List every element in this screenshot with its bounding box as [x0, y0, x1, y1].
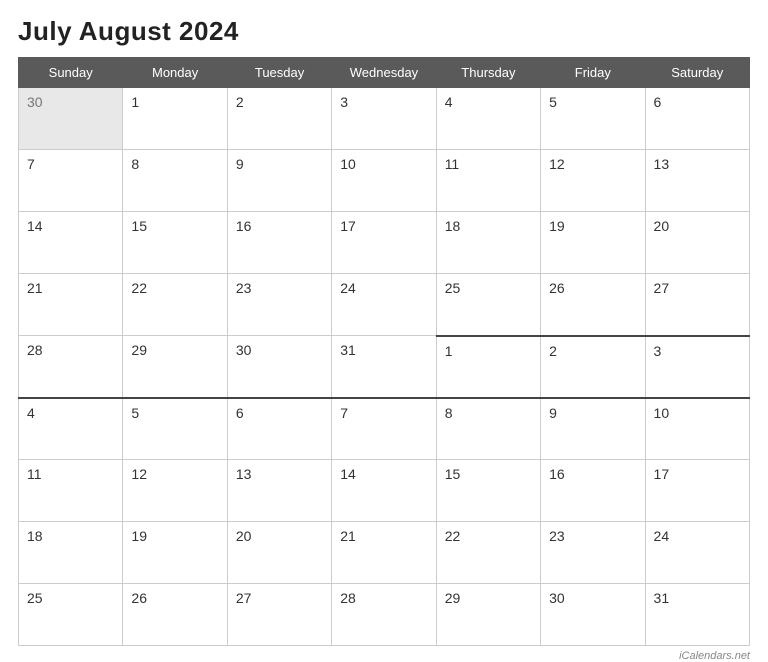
calendar-cell: 31	[645, 584, 749, 646]
calendar-cell: 18	[19, 522, 123, 584]
calendar-cell: 26	[123, 584, 227, 646]
calendar-cell: 10	[645, 398, 749, 460]
calendar-cell: 16	[541, 460, 645, 522]
calendar-cell: 24	[645, 522, 749, 584]
calendar-cell: 9	[541, 398, 645, 460]
calendar-row: 30123456	[19, 88, 750, 150]
calendar-cell: 11	[436, 150, 540, 212]
calendar-cell: 14	[332, 460, 436, 522]
calendar-cell: 23	[227, 274, 331, 336]
header-cell-thursday: Thursday	[436, 58, 540, 88]
calendar-row: 28293031123	[19, 336, 750, 398]
calendar-cell: 18	[436, 212, 540, 274]
calendar-cell: 3	[645, 336, 749, 398]
calendar-header: SundayMondayTuesdayWednesdayThursdayFrid…	[19, 58, 750, 88]
calendar-page: July August 2024 SundayMondayTuesdayWedn…	[0, 0, 768, 543]
header-row: SundayMondayTuesdayWednesdayThursdayFrid…	[19, 58, 750, 88]
calendar-cell: 29	[436, 584, 540, 646]
calendar-cell: 17	[332, 212, 436, 274]
watermark: iCalendars.net	[18, 650, 750, 662]
calendar-cell: 2	[541, 336, 645, 398]
calendar-cell: 12	[123, 460, 227, 522]
calendar-cell: 23	[541, 522, 645, 584]
header-cell-monday: Monday	[123, 58, 227, 88]
calendar-cell: 4	[19, 398, 123, 460]
calendar-cell: 8	[436, 398, 540, 460]
calendar-cell: 20	[227, 522, 331, 584]
calendar-cell: 15	[436, 460, 540, 522]
calendar-cell: 13	[227, 460, 331, 522]
calendar-cell: 14	[19, 212, 123, 274]
calendar-cell: 16	[227, 212, 331, 274]
calendar-cell: 29	[123, 336, 227, 398]
calendar-row: 18192021222324	[19, 522, 750, 584]
calendar-cell: 5	[541, 88, 645, 150]
calendar-row: 14151617181920	[19, 212, 750, 274]
calendar-cell: 30	[19, 88, 123, 150]
calendar-cell: 7	[19, 150, 123, 212]
calendar-cell: 24	[332, 274, 436, 336]
calendar-cell: 2	[227, 88, 331, 150]
calendar-cell: 28	[332, 584, 436, 646]
calendar-table: SundayMondayTuesdayWednesdayThursdayFrid…	[18, 57, 750, 646]
calendar-cell: 9	[227, 150, 331, 212]
calendar-cell: 19	[541, 212, 645, 274]
calendar-title: July August 2024	[18, 16, 750, 47]
header-cell-tuesday: Tuesday	[227, 58, 331, 88]
calendar-cell: 11	[19, 460, 123, 522]
calendar-cell: 19	[123, 522, 227, 584]
calendar-cell: 21	[19, 274, 123, 336]
calendar-cell: 25	[19, 584, 123, 646]
calendar-cell: 27	[645, 274, 749, 336]
calendar-cell: 1	[436, 336, 540, 398]
calendar-cell: 27	[227, 584, 331, 646]
header-cell-sunday: Sunday	[19, 58, 123, 88]
calendar-cell: 25	[436, 274, 540, 336]
calendar-cell: 10	[332, 150, 436, 212]
calendar-cell: 31	[332, 336, 436, 398]
calendar-cell: 30	[227, 336, 331, 398]
calendar-body: 3012345678910111213141516171819202122232…	[19, 88, 750, 646]
calendar-cell: 6	[227, 398, 331, 460]
calendar-cell: 3	[332, 88, 436, 150]
calendar-cell: 20	[645, 212, 749, 274]
calendar-cell: 13	[645, 150, 749, 212]
calendar-cell: 1	[123, 88, 227, 150]
calendar-row: 21222324252627	[19, 274, 750, 336]
calendar-cell: 21	[332, 522, 436, 584]
calendar-cell: 5	[123, 398, 227, 460]
calendar-cell: 17	[645, 460, 749, 522]
calendar-cell: 22	[436, 522, 540, 584]
calendar-cell: 6	[645, 88, 749, 150]
calendar-cell: 4	[436, 88, 540, 150]
header-cell-friday: Friday	[541, 58, 645, 88]
calendar-cell: 28	[19, 336, 123, 398]
calendar-row: 78910111213	[19, 150, 750, 212]
calendar-row: 45678910	[19, 398, 750, 460]
calendar-cell: 26	[541, 274, 645, 336]
header-cell-saturday: Saturday	[645, 58, 749, 88]
calendar-cell: 22	[123, 274, 227, 336]
calendar-row: 11121314151617	[19, 460, 750, 522]
calendar-row: 25262728293031	[19, 584, 750, 646]
calendar-cell: 7	[332, 398, 436, 460]
calendar-cell: 15	[123, 212, 227, 274]
calendar-cell: 30	[541, 584, 645, 646]
header-cell-wednesday: Wednesday	[332, 58, 436, 88]
calendar-cell: 8	[123, 150, 227, 212]
calendar-cell: 12	[541, 150, 645, 212]
